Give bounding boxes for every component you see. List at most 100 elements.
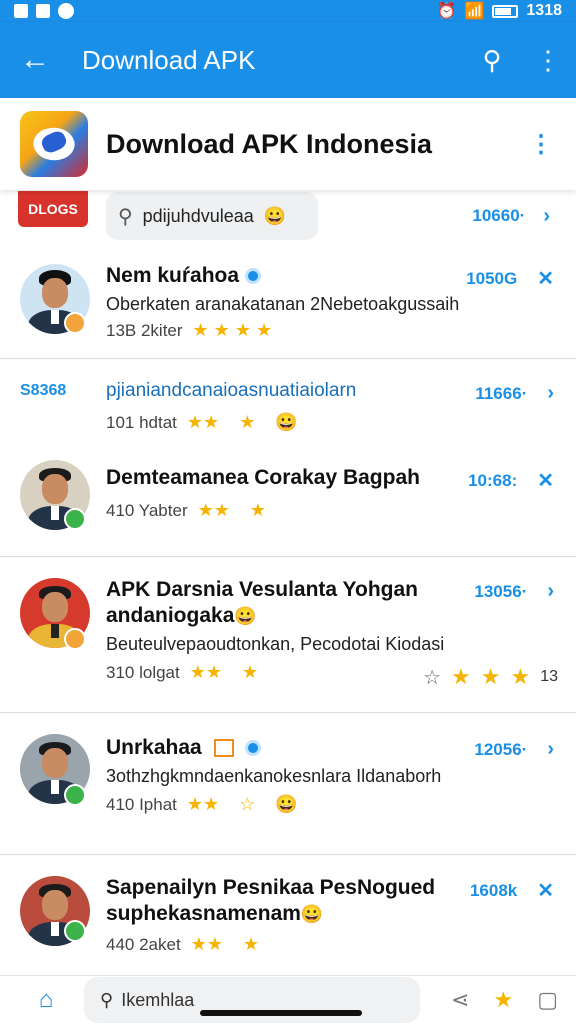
chat-title: Nem kuŕahoa	[106, 264, 262, 288]
chat-subtitle: Beuteulvepaoudtonkan, Pecodotai Kiodasi	[106, 634, 445, 654]
verified-icon	[245, 740, 262, 757]
chevron-right-icon[interactable]: ›	[547, 382, 554, 405]
chat-meta: 13B 2kiter ★ ★ ★ ★	[106, 320, 273, 340]
wifi-icon: 📶	[464, 3, 485, 20]
chat-title: Sapenailyn Pesnikaa PesNogued	[106, 876, 436, 899]
back-arrow-icon[interactable]: ←	[0, 43, 70, 77]
chat-meta: 410 Iphat ★★ ☆ 😀	[106, 794, 298, 814]
favorite-star-icon[interactable]: ★	[493, 987, 513, 1013]
search-icon[interactable]: ⚲	[464, 45, 520, 76]
bottom-search-text: Ikemhlaa	[121, 989, 195, 1010]
star-icon: ★ ★ ★ ★	[192, 320, 273, 340]
share-icon[interactable]: ⋖	[451, 987, 469, 1013]
star-icon: ★★	[186, 412, 220, 432]
emoji-icon: 😀	[275, 412, 298, 432]
image-notification-icon	[14, 4, 28, 18]
bottom-bar: ⌂ ⚲ Ikemhlaa ⋖ ★ ▢	[0, 975, 576, 1024]
star-icon: ★	[242, 662, 259, 682]
red-badge: DLOGS	[18, 191, 88, 227]
status-dot	[64, 508, 86, 530]
app-logo	[20, 111, 88, 177]
chevron-right-icon[interactable]: ›	[547, 580, 554, 603]
status-time: 1318	[526, 2, 562, 19]
emoji-icon: 😀	[300, 904, 324, 924]
star-outline-icon[interactable]: ☆	[423, 665, 441, 690]
close-icon[interactable]: ✕	[537, 878, 554, 903]
bookmark-icon[interactable]: ▢	[537, 987, 558, 1013]
chevron-right-icon[interactable]: ›	[547, 738, 554, 761]
search-time: 10660·	[472, 206, 526, 225]
bottom-search-input[interactable]: ⚲ Ikemhlaa	[84, 977, 420, 1023]
home-icon[interactable]: ⌂	[18, 986, 74, 1014]
chat-time: 11666·	[475, 383, 528, 403]
rating-count: 13	[540, 668, 558, 685]
notification-icon	[36, 4, 50, 18]
star-icon[interactable]: ★	[451, 664, 471, 690]
status-dot	[64, 628, 86, 650]
app-header: Download APK Indonesia ⋮	[0, 98, 576, 190]
chat-subtitle: 3othzhgkmndaenkanokesnlara Ildanaborh	[106, 766, 442, 786]
star-icon: ★★	[186, 794, 220, 814]
close-icon[interactable]: ✕	[537, 266, 554, 291]
star-icon[interactable]: ★	[510, 664, 530, 690]
chat-title: Unrkahaa	[106, 736, 262, 760]
star-icon[interactable]: ★	[481, 664, 501, 690]
star-icon: ★★	[190, 934, 223, 954]
app-bar-title: Download APK	[82, 44, 256, 75]
divider	[0, 712, 576, 713]
header-more-icon[interactable]: ⋮	[526, 130, 556, 159]
chat-meta: 101 hdtat ★★ ★ 😀	[106, 412, 298, 432]
emoji-icon: 😀	[275, 794, 298, 814]
list-item[interactable]: Sapenailyn Pesnikaa PesNogued suphekasna…	[0, 856, 576, 974]
alarm-icon: ⏰	[436, 3, 457, 20]
list-item[interactable]: S8368 pjianiandcanaioasnuatiaiolarn 101 …	[0, 360, 576, 450]
chat-link[interactable]: pjianiandcanaioasnuatiaiolarn	[106, 380, 356, 402]
emoji-icon: 😀	[263, 205, 287, 226]
chat-time: 1050G	[466, 268, 518, 288]
chat-title-line2: suphekasnamenam😀	[106, 902, 324, 925]
emoji-icon: 😀	[234, 606, 257, 626]
star-icon: ☆	[239, 794, 256, 814]
star-icon: ★★	[189, 662, 223, 682]
star-icon: ★	[239, 412, 256, 432]
more-vert-icon[interactable]: ⋮	[520, 45, 576, 76]
chat-time: 12056·	[474, 739, 528, 759]
star-icon: ★	[242, 934, 260, 954]
app-bar: ← Download APK ⚲ ⋮	[0, 22, 576, 98]
divider	[0, 358, 576, 359]
chat-time: 13056·	[474, 581, 528, 601]
home-indicator	[200, 1010, 362, 1016]
list-item[interactable]: Nem kuŕahoa Oberkaten aranakatanan 2Nebe…	[0, 244, 576, 358]
star-icon: ★	[249, 500, 267, 520]
orange-badge-icon	[213, 739, 234, 758]
search-row: DLOGS ⚲ pdijuhdvuleaa 😀 10660· ›	[0, 190, 576, 242]
battery-icon	[492, 4, 519, 18]
close-icon[interactable]: ✕	[537, 468, 554, 493]
app-name: Download APK Indonesia	[106, 128, 433, 159]
app-notification-icon	[58, 3, 74, 19]
status-dot	[64, 784, 86, 806]
chat-tag: S8368	[20, 382, 67, 399]
chevron-right-icon[interactable]: ›	[543, 205, 550, 228]
verified-icon	[245, 268, 262, 285]
status-bar: ⏰ 📶 1318	[0, 0, 576, 22]
chat-time: 1608k	[469, 880, 518, 900]
chat-time: 10:68:	[468, 470, 518, 490]
chat-meta: 310 lolgat ★★ ★	[106, 662, 259, 682]
chat-meta: 410 Yabter ★★ ★	[106, 500, 267, 520]
divider	[0, 556, 576, 557]
search-input[interactable]: ⚲ pdijuhdvuleaa 😀	[106, 192, 318, 240]
chat-title: Demteamanea Corakay Bagpah	[106, 466, 420, 489]
chat-subtitle: Oberkaten aranakatanan 2Nebetoakgussaih	[106, 294, 460, 314]
chat-meta: 440 2aket ★★ ★	[106, 934, 260, 954]
chat-title-line2: andaniogaka😀	[106, 604, 257, 627]
list-item[interactable]: Unrkahaa 3othzhgkmndaenkanokesnlara Ilda…	[0, 714, 576, 854]
chat-title: APK Darsnia Vesulanta Yohgan	[106, 578, 418, 601]
list-item[interactable]: APK Darsnia Vesulanta Yohgan andaniogaka…	[0, 558, 576, 712]
star-icon: ★★	[197, 500, 230, 520]
rating-row: ☆ ★ ★ ★ 13	[423, 664, 558, 690]
search-query: pdijuhdvuleaa	[142, 205, 254, 226]
list-item[interactable]: Demteamanea Corakay Bagpah 410 Yabter ★★…	[0, 450, 576, 556]
divider	[0, 854, 576, 855]
status-dot	[64, 312, 86, 334]
